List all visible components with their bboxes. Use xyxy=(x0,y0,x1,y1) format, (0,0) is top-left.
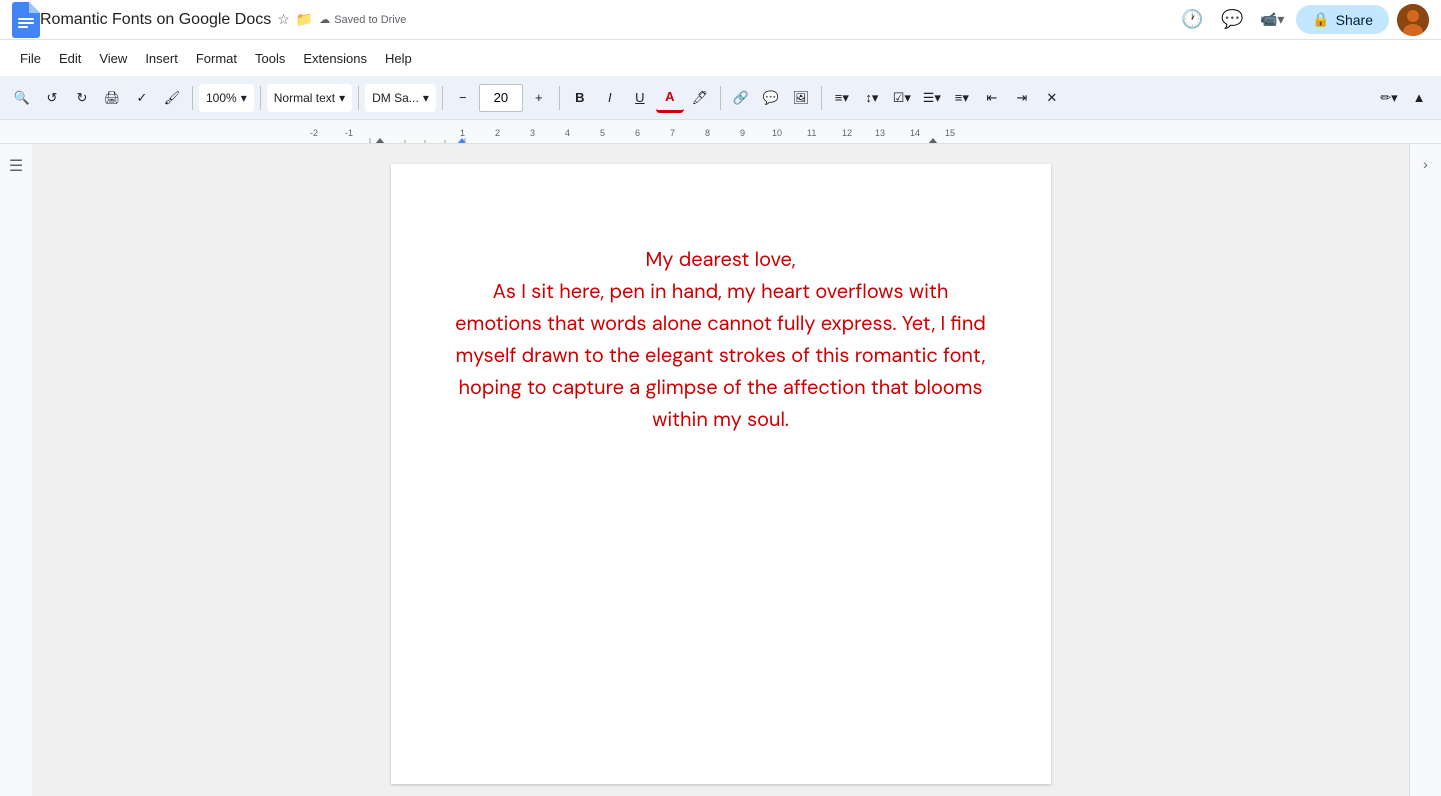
text-color-button[interactable]: A xyxy=(656,83,684,113)
right-collapse-icon[interactable]: › xyxy=(1419,152,1432,176)
avatar[interactable] xyxy=(1397,4,1429,36)
menu-extensions[interactable]: Extensions xyxy=(295,47,375,70)
menu-edit[interactable]: Edit xyxy=(51,47,89,70)
doc-title: Romantic Fonts on Google Docs xyxy=(40,11,271,29)
menu-insert[interactable]: Insert xyxy=(137,47,186,70)
cloud-icon: ☁ xyxy=(319,13,330,26)
chat-button[interactable]: 💬 xyxy=(1216,4,1248,36)
comment-button[interactable]: 💬 xyxy=(757,83,785,113)
decrease-indent-button[interactable]: ⇤ xyxy=(978,83,1006,113)
divider-6 xyxy=(720,86,721,110)
svg-text:-1: -1 xyxy=(345,128,353,138)
svg-text:7: 7 xyxy=(670,128,675,138)
doc-title-row: Romantic Fonts on Google Docs ☆ 📁 ☁ Save… xyxy=(40,11,1176,29)
sidebar-toggle-icon: ☰ xyxy=(9,156,23,176)
title-right: 🕐 💬 📹▾ 🔒 Share xyxy=(1176,4,1429,36)
link-button[interactable]: 🔗 xyxy=(727,83,755,113)
ruler: -2 -1 1 2 3 4 5 6 7 8 9 10 11 12 13 14 1… xyxy=(0,120,1441,144)
history-button[interactable]: 🕐 xyxy=(1176,4,1208,36)
svg-text:8: 8 xyxy=(705,128,710,138)
document-page: My dearest love, As I sit here, pen in h… xyxy=(391,164,1051,784)
highlight-button[interactable]: 🖊 xyxy=(686,83,714,113)
zoom-select[interactable]: 100% ▾ xyxy=(199,84,254,112)
svg-text:15: 15 xyxy=(945,128,955,138)
menu-help[interactable]: Help xyxy=(377,47,420,70)
svg-text:9: 9 xyxy=(740,128,745,138)
history-icon: 🕐 xyxy=(1181,9,1203,30)
doc-area[interactable]: My dearest love, As I sit here, pen in h… xyxy=(32,144,1409,796)
svg-text:14: 14 xyxy=(910,128,920,138)
svg-text:6: 6 xyxy=(635,128,640,138)
menu-format[interactable]: Format xyxy=(188,47,245,70)
document-content[interactable]: My dearest love, As I sit here, pen in h… xyxy=(451,244,991,436)
svg-text:-2: -2 xyxy=(310,128,318,138)
video-button[interactable]: 📹▾ xyxy=(1256,4,1288,36)
font-size-decrease-button[interactable]: − xyxy=(449,83,477,113)
clear-formatting-button[interactable]: ✕ xyxy=(1038,83,1066,113)
video-icon: 📹▾ xyxy=(1260,11,1284,28)
align-button[interactable]: ≡▾ xyxy=(828,83,856,113)
divider-2 xyxy=(260,86,261,110)
svg-text:4: 4 xyxy=(565,128,570,138)
numbered-list-button[interactable]: ≡▾ xyxy=(948,83,976,113)
spellcheck-button[interactable]: ✓ xyxy=(128,83,156,113)
main-content: ☰ My dearest love, As I sit here, pen in… xyxy=(0,144,1441,796)
print-button[interactable]: 🖨 xyxy=(98,83,126,113)
ruler-svg: -2 -1 1 2 3 4 5 6 7 8 9 10 11 12 13 14 1… xyxy=(0,120,1441,144)
font-family-select[interactable]: DM Sa... ▾ xyxy=(365,84,436,112)
folder-icon[interactable]: 📁 xyxy=(296,11,313,28)
divider-7 xyxy=(821,86,822,110)
zoom-chevron-icon: ▾ xyxy=(241,91,247,105)
title-info: Romantic Fonts on Google Docs ☆ 📁 ☁ Save… xyxy=(40,11,1176,29)
svg-text:12: 12 xyxy=(842,128,852,138)
line-spacing-button[interactable]: ↕▾ xyxy=(858,83,886,113)
star-icon[interactable]: ☆ xyxy=(277,11,290,28)
text-style-select[interactable]: Normal text ▾ xyxy=(267,84,352,112)
svg-text:2: 2 xyxy=(495,128,500,138)
svg-text:5: 5 xyxy=(600,128,605,138)
menu-tools[interactable]: Tools xyxy=(247,47,293,70)
gdoc-logo-icon xyxy=(12,2,40,38)
image-button[interactable]: 🖼 xyxy=(787,83,815,113)
svg-text:10: 10 xyxy=(772,128,782,138)
svg-text:11: 11 xyxy=(807,128,816,138)
divider-4 xyxy=(442,86,443,110)
right-panel: › xyxy=(1409,144,1441,796)
cloud-status: ☁ Saved to Drive xyxy=(319,13,406,26)
style-chevron-icon: ▾ xyxy=(339,91,345,105)
menu-file[interactable]: File xyxy=(12,47,49,70)
avatar-image xyxy=(1397,4,1429,36)
menu-view[interactable]: View xyxy=(91,47,135,70)
lock-icon: 🔒 xyxy=(1312,11,1329,28)
paint-format-button[interactable]: 🖌 xyxy=(158,83,186,113)
font-size-increase-button[interactable]: + xyxy=(525,83,553,113)
search-button[interactable]: 🔍 xyxy=(8,83,36,113)
divider-1 xyxy=(192,86,193,110)
bold-button[interactable]: B xyxy=(566,83,594,113)
title-bar: Romantic Fonts on Google Docs ☆ 📁 ☁ Save… xyxy=(0,0,1441,40)
editing-mode-button[interactable]: ✏▾ xyxy=(1375,83,1403,113)
divider-3 xyxy=(358,86,359,110)
toolbar: 🔍 ↺ ↻ 🖨 ✓ 🖌 100% ▾ Normal text ▾ DM Sa..… xyxy=(0,76,1441,120)
svg-text:1: 1 xyxy=(460,128,465,138)
bullet-list-button[interactable]: ☰▾ xyxy=(918,83,946,113)
svg-text:3: 3 xyxy=(530,128,535,138)
toolbar-collapse-button[interactable]: ▲ xyxy=(1405,83,1433,113)
menu-bar: File Edit View Insert Format Tools Exten… xyxy=(0,40,1441,76)
italic-button[interactable]: I xyxy=(596,83,624,113)
font-chevron-icon: ▾ xyxy=(423,91,429,105)
font-size-input[interactable] xyxy=(479,84,523,112)
divider-5 xyxy=(559,86,560,110)
sidebar-toggle[interactable]: ☰ xyxy=(0,144,32,796)
underline-button[interactable]: U xyxy=(626,83,654,113)
increase-indent-button[interactable]: ⇥ xyxy=(1008,83,1036,113)
checklist-button[interactable]: ☑▾ xyxy=(888,83,916,113)
chat-icon: 💬 xyxy=(1221,9,1243,30)
svg-text:13: 13 xyxy=(875,128,885,138)
share-button[interactable]: 🔒 Share xyxy=(1296,5,1389,34)
undo-button[interactable]: ↺ xyxy=(38,83,66,113)
redo-button[interactable]: ↻ xyxy=(68,83,96,113)
